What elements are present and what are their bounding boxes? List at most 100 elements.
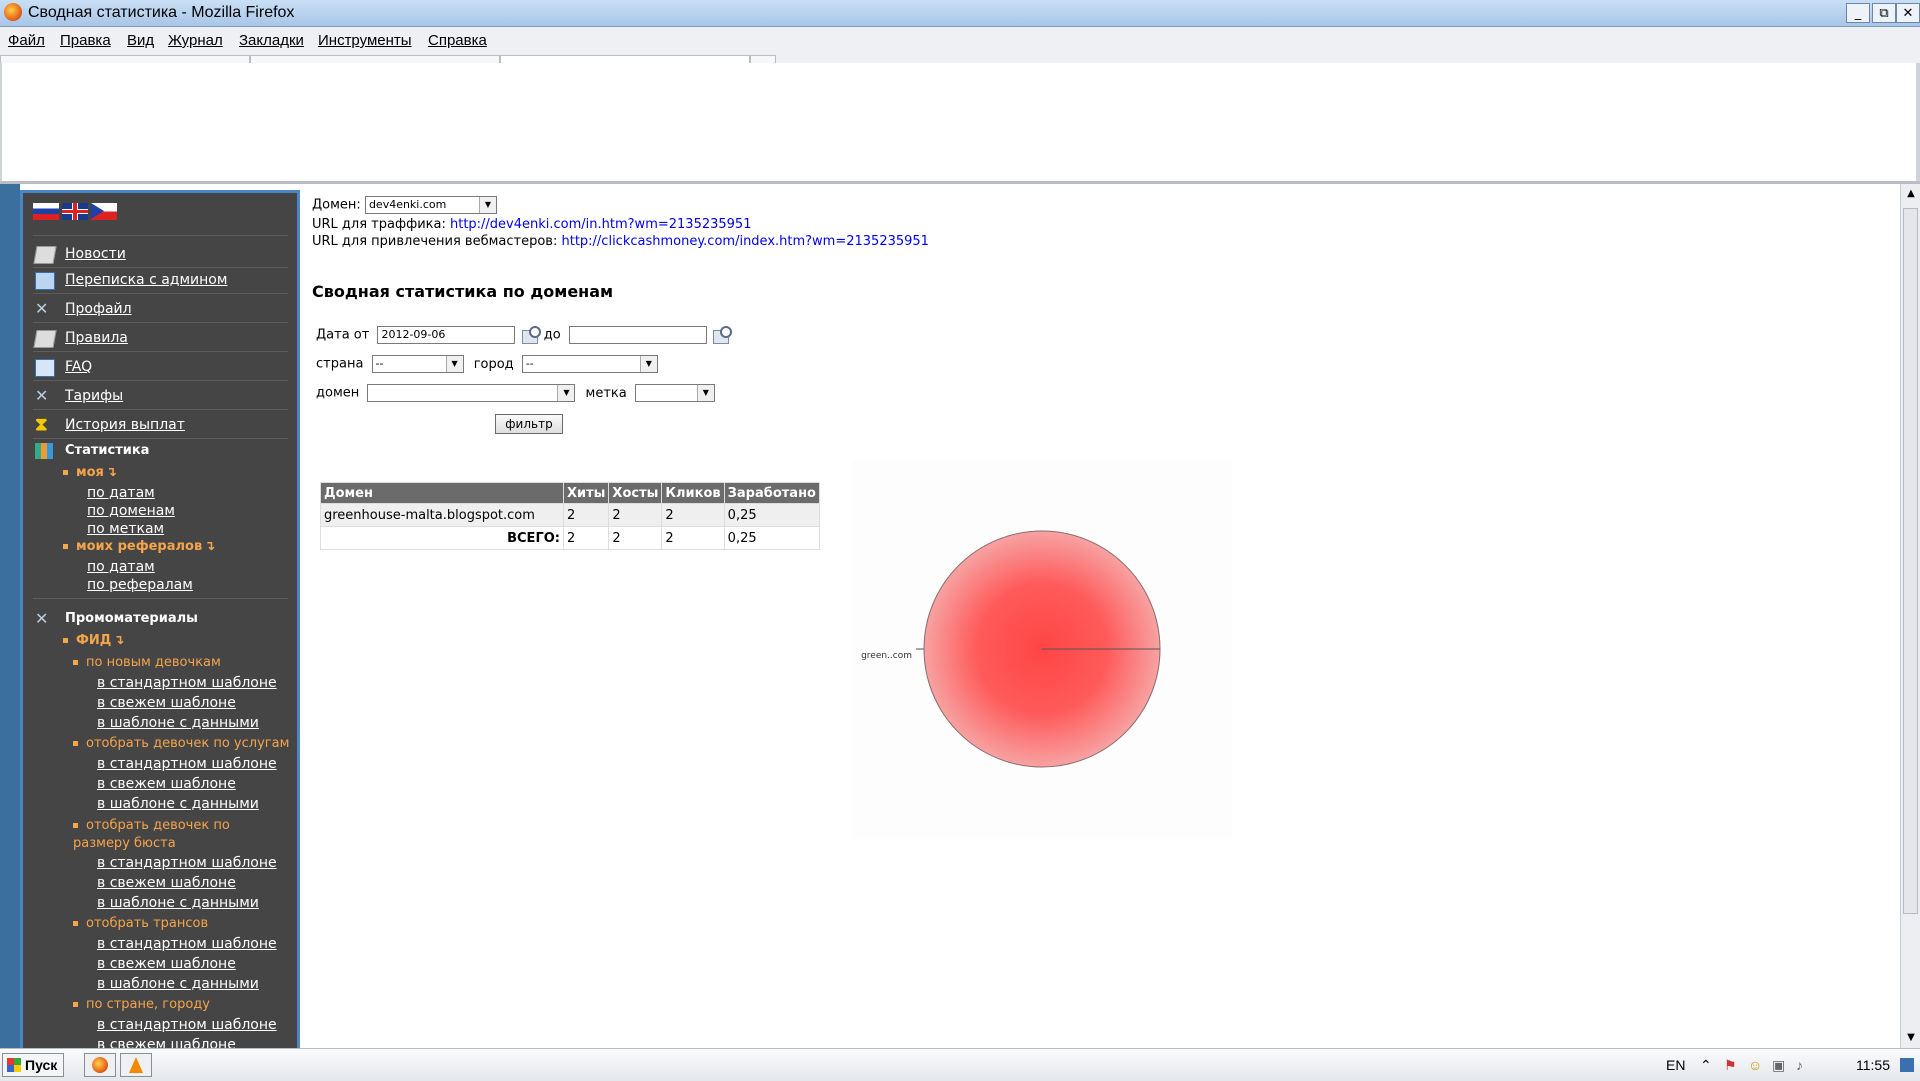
volume-icon[interactable]: ♪ bbox=[1796, 1057, 1803, 1073]
menu-bookmarks[interactable]: Закладки bbox=[239, 32, 304, 49]
col-earned[interactable]: Заработано bbox=[723, 482, 821, 504]
promo-group-title[interactable]: по стране, городу bbox=[73, 997, 210, 1012]
ru-flag-icon[interactable] bbox=[33, 203, 59, 220]
country-select[interactable]: -- ▼ bbox=[371, 355, 464, 373]
promo-group-label[interactable]: отобрать девочек по размеру бюста bbox=[73, 818, 230, 851]
language-indicator[interactable]: EN bbox=[1666, 1057, 1685, 1073]
stats-by-tags-link[interactable]: по меткам bbox=[87, 521, 164, 537]
network-icon[interactable]: ▣ bbox=[1772, 1057, 1785, 1074]
sidebar-item-faq[interactable]: FAQ bbox=[35, 357, 290, 379]
stats-mine-label[interactable]: моя bbox=[76, 465, 104, 480]
domain-select[interactable]: dev4enki.com ▼ bbox=[364, 196, 497, 214]
col-clicks[interactable]: Кликов bbox=[661, 482, 725, 504]
template-standard-link[interactable]: в стандартном шаблоне bbox=[97, 1017, 277, 1033]
promo-feed-label[interactable]: ФИД bbox=[76, 633, 111, 648]
promo-feed-toggle[interactable]: ФИД ↴ bbox=[63, 633, 124, 648]
users-icon[interactable]: ☺ bbox=[1748, 1057, 1762, 1073]
stats-mine-toggle[interactable]: моя ↴ bbox=[63, 465, 117, 480]
sidebar-item-rules[interactable]: Правила bbox=[33, 328, 290, 350]
menu-edit[interactable]: Правка bbox=[60, 32, 111, 49]
template-standard-link[interactable]: в стандартном шаблоне bbox=[97, 675, 277, 691]
close-button[interactable]: ✕ bbox=[1896, 3, 1920, 23]
template-data-link[interactable]: в шаблоне с данными bbox=[97, 796, 259, 812]
template-data-link[interactable]: в шаблоне с данными bbox=[97, 715, 259, 731]
template-standard-link[interactable]: в стандартном шаблоне bbox=[97, 936, 277, 952]
scroll-thumb[interactable] bbox=[1903, 208, 1918, 914]
sidebar-item-news[interactable]: Новости bbox=[33, 244, 290, 266]
template-standard-link[interactable]: в стандартном шаблоне bbox=[97, 756, 277, 772]
template-data-link[interactable]: в шаблоне с данными bbox=[97, 895, 259, 911]
vertical-scrollbar[interactable]: ▲ ▼ bbox=[1900, 184, 1920, 1048]
cell-hits: 2 bbox=[562, 503, 610, 527]
sidebar-item-label[interactable]: Профайл bbox=[65, 301, 132, 317]
stats-by-dates-link[interactable]: по датам bbox=[87, 485, 155, 501]
city-select[interactable]: -- ▼ bbox=[521, 355, 658, 373]
sidebar-item-admin-mail[interactable]: Переписка с админом bbox=[35, 270, 290, 292]
minimize-button[interactable]: _ bbox=[1846, 3, 1870, 23]
sidebar-item-label[interactable]: Правила bbox=[65, 330, 128, 346]
uk-flag-icon[interactable] bbox=[62, 203, 88, 220]
template-fresh-link[interactable]: в свежем шаблоне bbox=[97, 1037, 236, 1048]
promo-group-label[interactable]: отобрать девочек по услугам bbox=[86, 736, 289, 751]
sidebar-item-label[interactable]: Тарифы bbox=[65, 388, 123, 404]
promo-group-label[interactable]: по стране, городу bbox=[86, 997, 210, 1012]
flag-alert-icon[interactable]: ⚑ bbox=[1724, 1057, 1737, 1074]
traffic-url-row: URL для траффика: http://dev4enki.com/in… bbox=[312, 217, 751, 232]
webmaster-url-link[interactable]: http://clickcashmoney.com/index.htm?wm=2… bbox=[561, 234, 928, 249]
col-hosts[interactable]: Хосты bbox=[608, 482, 663, 504]
template-fresh-link[interactable]: в свежем шаблоне bbox=[97, 956, 236, 972]
sidebar-item-label[interactable]: FAQ bbox=[65, 359, 92, 375]
taskbar-vlc-button[interactable] bbox=[120, 1053, 152, 1077]
promo-group-title[interactable]: отобрать трансов bbox=[73, 916, 208, 931]
traffic-url-link[interactable]: http://dev4enki.com/in.htm?wm=2135235951 bbox=[450, 217, 751, 232]
promo-group-title[interactable]: отобрать девочек по услугам bbox=[73, 736, 289, 751]
scroll-down-icon[interactable]: ▼ bbox=[1903, 1030, 1919, 1046]
template-fresh-link[interactable]: в свежем шаблоне bbox=[97, 875, 236, 891]
calendar-icon[interactable] bbox=[711, 326, 732, 344]
menu-file[interactable]: Файл bbox=[8, 32, 45, 49]
menu-history[interactable]: Журнал bbox=[168, 32, 223, 49]
template-data-link[interactable]: в шаблоне с данными bbox=[97, 976, 259, 992]
sidebar-item-tariffs[interactable]: ✕ Тарифы bbox=[35, 386, 290, 408]
date-from-input[interactable]: 2012-09-06 bbox=[377, 326, 516, 344]
tab-1[interactable] bbox=[0, 55, 250, 63]
tab-2[interactable] bbox=[250, 55, 500, 63]
clock[interactable]: 11:55 bbox=[1856, 1057, 1890, 1073]
sidebar-item-label[interactable]: Новости bbox=[65, 246, 126, 262]
chevron-up-icon[interactable]: ⌃ bbox=[1700, 1057, 1712, 1074]
date-to-input[interactable] bbox=[568, 326, 707, 344]
referrals-by-referrals-link[interactable]: по рефералам bbox=[87, 577, 193, 593]
start-button[interactable]: Пуск bbox=[2, 1053, 64, 1077]
promo-group-label[interactable]: отобрать трансов bbox=[86, 916, 208, 931]
tag-select[interactable]: ▼ bbox=[634, 384, 715, 402]
referrals-by-dates-link[interactable]: по датам bbox=[87, 559, 155, 575]
template-fresh-link[interactable]: в свежем шаблоне bbox=[97, 776, 236, 792]
promo-group-title[interactable]: отобрать девочек по размеру бюста bbox=[73, 817, 288, 853]
stats-referrals-label[interactable]: моих рефералов bbox=[76, 539, 202, 554]
calendar-icon[interactable] bbox=[520, 326, 541, 344]
stats-by-domains-link[interactable]: по доменам bbox=[87, 503, 175, 519]
show-desktop-icon[interactable] bbox=[1900, 1058, 1914, 1072]
taskbar-firefox-button[interactable] bbox=[84, 1053, 116, 1077]
menu-tools[interactable]: Инструменты bbox=[318, 32, 412, 49]
stats-referrals-toggle[interactable]: моих рефералов ↴ bbox=[63, 539, 215, 554]
sidebar-item-label[interactable]: История выплат bbox=[65, 417, 185, 433]
sidebar-item-payout-history[interactable]: ⧗ История выплат bbox=[35, 415, 290, 437]
restore-button[interactable]: ⧉ bbox=[1872, 3, 1896, 23]
filter-button[interactable]: фильтр bbox=[495, 414, 563, 434]
sidebar-item-label[interactable]: Переписка с админом bbox=[65, 272, 227, 288]
template-standard-link[interactable]: в стандартном шаблоне bbox=[97, 855, 277, 871]
menu-help[interactable]: Справка bbox=[428, 32, 487, 49]
cz-flag-icon[interactable] bbox=[91, 203, 117, 220]
scroll-up-icon[interactable]: ▲ bbox=[1903, 186, 1919, 202]
promo-group-label[interactable]: по новым девочкам bbox=[86, 655, 221, 670]
filter-domain-select[interactable]: ▼ bbox=[367, 384, 576, 402]
menu-view[interactable]: Вид bbox=[127, 32, 154, 49]
col-domain[interactable]: Домен bbox=[320, 482, 564, 504]
col-hits[interactable]: Хиты bbox=[562, 482, 610, 504]
sidebar-item-profile[interactable]: ✕ Профайл bbox=[35, 299, 290, 321]
tab-3[interactable] bbox=[500, 55, 750, 63]
template-fresh-link[interactable]: в свежем шаблоне bbox=[97, 695, 236, 711]
promo-group-title[interactable]: по новым девочкам bbox=[73, 655, 221, 670]
new-tab-button[interactable] bbox=[750, 55, 776, 63]
